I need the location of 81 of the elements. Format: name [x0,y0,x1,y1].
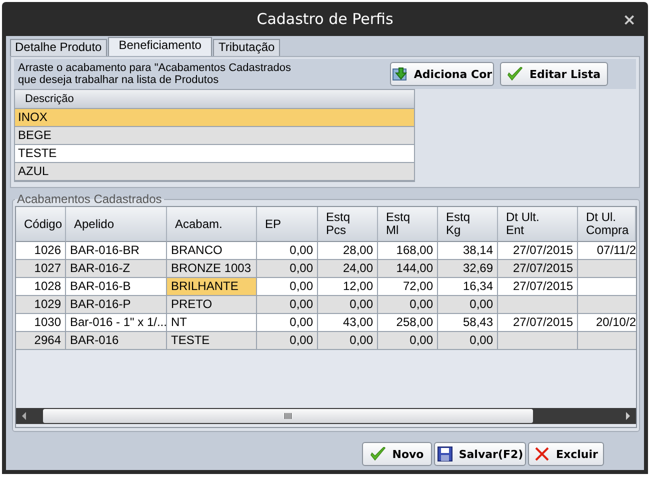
close-button[interactable]: × [620,10,638,29]
table-cell: 258,00 [378,314,438,332]
table-cell: 2964 [16,332,66,350]
window-title: Cadastro de Perfis [256,10,394,28]
column-header[interactable]: Apelido [66,207,167,242]
table-row[interactable]: 1028 BAR-016-B BRILHANTE 0,00 12,00 72,00 16,34 27/07/2015 [16,278,636,296]
table-cell: 1029 [16,296,66,314]
table-cell: 38,14 [438,242,498,260]
instruction-text: que deseja trabalhar na lista de Produtos [18,74,220,86]
table-cell: 27/07/2015 [498,278,578,296]
table-cell: 16,34 [438,278,498,296]
table-cell: 27/07/2015 [498,242,578,260]
table-cell: 0,00 [257,296,318,314]
table-row[interactable]: 1030 Bar-016 - 1" x 1/... NT 0,00 43,00 258,00 58,43 27/07/2015 20/10/2 [16,314,636,332]
tab[interactable]: Beneficiamento [108,37,212,56]
table-cell: 1027 [16,260,66,278]
table-cell: 1026 [16,242,66,260]
tab[interactable]: Detalhe Produto [10,39,107,56]
table-cell: BAR-016 [66,332,167,350]
table-cell: 0,00 [318,332,378,350]
column-header[interactable]: Estq Pcs [318,207,378,242]
table-cell: 0,00 [257,332,318,350]
table-cell: 1028 [16,278,66,296]
table-cell: BAR-016-Z [66,260,167,278]
table-cell: 144,00 [378,260,438,278]
list-item[interactable]: TESTE [15,145,414,163]
table-cell: Bar-016 - 1" x 1/... [66,314,167,332]
table-cell: NT [167,314,257,332]
table-row[interactable]: 1026 BAR-016-BR BRANCO 0,00 28,00 168,00 38,14 27/07/2015 07/11/2 [16,242,636,260]
table-cell: BRANCO [167,242,257,260]
table-cell: 43,00 [318,314,378,332]
save-button[interactable]: Salvar(F2) [434,442,526,466]
column-header[interactable]: Descrição [15,90,414,109]
table-cell: 12,00 [318,278,378,296]
add-color-button[interactable]: Adiciona Cor [390,62,494,86]
table-cell: BAR-016-BR [66,242,167,260]
delete-button[interactable]: Excluir [528,442,604,466]
table-cell: BAR-016-B [66,278,167,296]
table-cell: 0,00 [257,260,318,278]
column-header[interactable]: Estq Ml [378,207,438,242]
table-cell: 72,00 [378,278,438,296]
table-row[interactable]: 2964 BAR-016 TESTE 0,00 0,00 0,00 0,00 [16,332,636,350]
table-cell: 58,43 [438,314,498,332]
column-header[interactable]: Dt Ul. Compra [578,207,636,242]
table-cell: 07/11/2 [578,242,636,260]
table-cell: 0,00 [438,332,498,350]
table-cell: 0,00 [318,296,378,314]
list-item[interactable]: BEGE [15,127,414,145]
table-cell: 24,00 [318,260,378,278]
table-row[interactable]: 1029 BAR-016-P PRETO 0,00 0,00 0,00 0,00 [16,296,636,314]
table-cell: 0,00 [378,296,438,314]
tab[interactable]: Tributação [213,39,280,56]
table-cell: 0,00 [378,332,438,350]
instruction-text: Arraste o acabamento para "Acabamentos Cadastrados [18,62,292,74]
table-cell: BRONZE 1003 [167,260,257,278]
table-cell: BRILHANTE [167,278,257,296]
list-item[interactable]: AZUL [15,163,414,181]
column-header[interactable]: Dt Ult. Ent [498,207,578,242]
table-cell: 0,00 [257,314,318,332]
table-cell: 32,69 [438,260,498,278]
table-cell: BAR-016-P [66,296,167,314]
table-cell: 168,00 [378,242,438,260]
table-row[interactable]: 1027 BAR-016-Z BRONZE 1003 0,00 24,00 144,00 32,69 27/07/2015 [16,260,636,278]
column-header[interactable]: EP [257,207,318,242]
column-header[interactable]: Estq Kg [438,207,498,242]
table-cell: 27/07/2015 [498,260,578,278]
list-item[interactable]: INOX [15,109,414,127]
table-cell: 1030 [16,314,66,332]
new-button[interactable]: Novo [362,442,432,466]
table-cell: 0,00 [257,278,318,296]
table-cell: 28,00 [318,242,378,260]
table-cell: 20/10/2 [578,314,636,332]
table-cell: TESTE [167,332,257,350]
table-cell: 0,00 [257,242,318,260]
edit-list-button[interactable]: Editar Lista [500,62,608,86]
column-header[interactable]: Acabam. [167,207,257,242]
column-header[interactable]: Código [16,207,66,242]
table-cell: 0,00 [438,296,498,314]
table-cell: PRETO [167,296,257,314]
group-title: Acabamentos Cadastrados [16,192,163,206]
table-cell: 27/07/2015 [498,314,578,332]
